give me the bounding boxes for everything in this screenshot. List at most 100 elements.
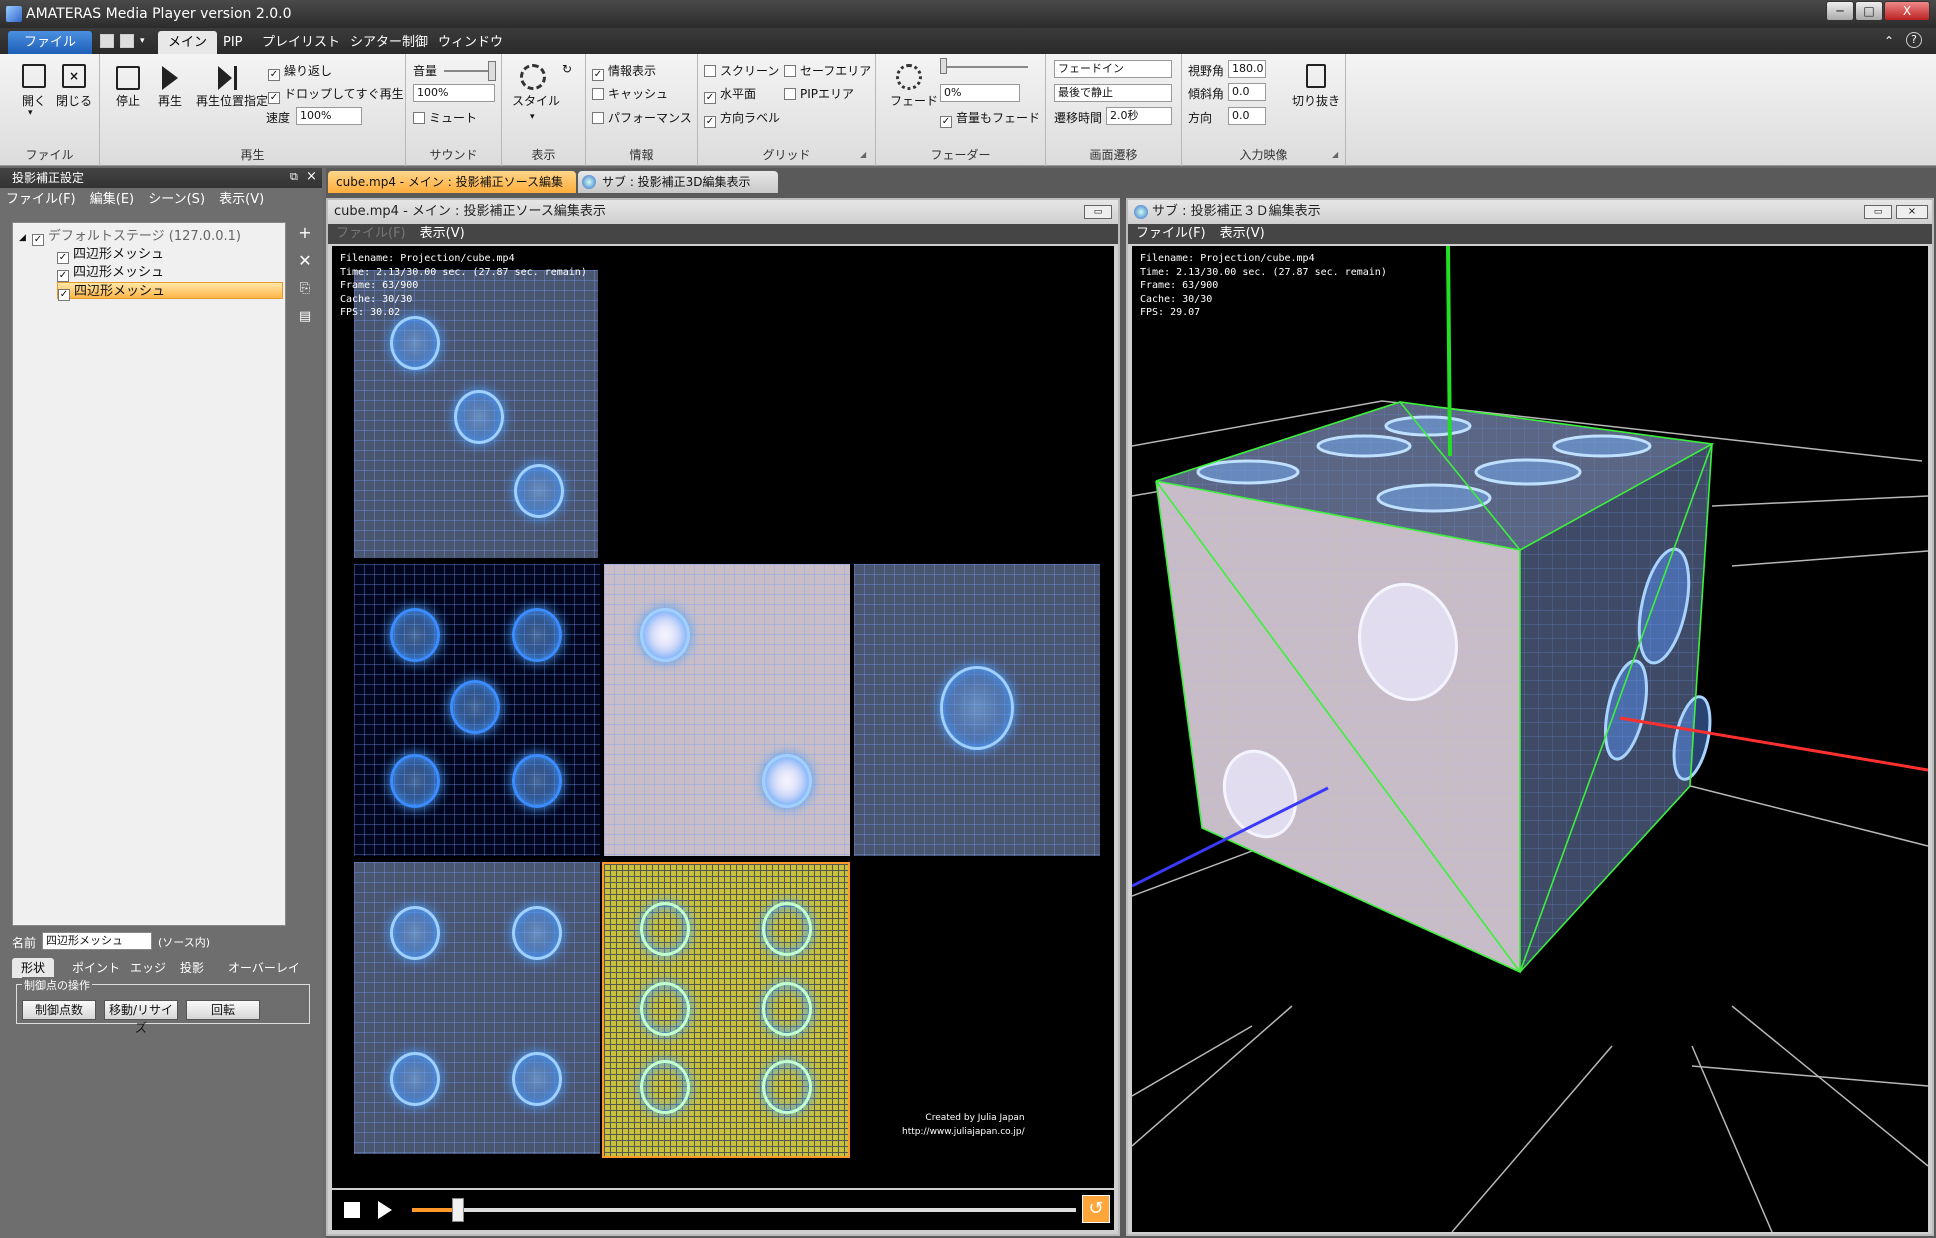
fade-button[interactable]: フェード bbox=[890, 92, 938, 109]
control-point-count-button[interactable]: 制御点数 bbox=[22, 1000, 96, 1020]
fade-thumb[interactable] bbox=[940, 58, 947, 74]
quick-access-dropdown-icon[interactable]: ▾ bbox=[140, 36, 145, 46]
panel-close-icon[interactable]: × bbox=[306, 169, 317, 184]
stop-button[interactable]: 停止 bbox=[116, 92, 140, 109]
volume-combo[interactable]: 100% bbox=[413, 84, 495, 102]
group-info: ✓ 情報表示 キャッシュ パフォーマンス 情報 bbox=[586, 54, 698, 166]
open-dropdown-icon[interactable]: ▾ bbox=[28, 108, 33, 118]
tab-projection[interactable]: 投影 bbox=[180, 958, 204, 978]
direction-label-checkbox[interactable]: ✓ 方向ラベル bbox=[704, 109, 780, 128]
play-icon[interactable] bbox=[162, 66, 178, 90]
main-menu-view[interactable]: 表示(V) bbox=[420, 226, 465, 241]
panel-menu-edit[interactable]: 編集(E) bbox=[90, 192, 134, 207]
panel-float-icon[interactable]: ⧉ bbox=[290, 170, 298, 184]
copy-icon[interactable]: ⎘ bbox=[296, 280, 314, 298]
tab-shape[interactable]: 形状 bbox=[12, 958, 54, 978]
doc-tab-main[interactable]: cube.mp4 - メイン : 投影補正ソース編集表示 bbox=[328, 171, 576, 211]
horizon-checkbox[interactable]: ✓ 水平面 bbox=[704, 85, 756, 104]
tab-file[interactable]: ファイル bbox=[8, 31, 92, 54]
performance-checkbox[interactable]: パフォーマンス bbox=[592, 109, 692, 126]
transport-stop-icon[interactable] bbox=[344, 1202, 360, 1218]
paste-icon[interactable]: ▤ bbox=[296, 308, 314, 326]
refresh-icon[interactable]: ↻ bbox=[562, 62, 572, 76]
rotate-button[interactable]: 回転 bbox=[186, 1000, 260, 1020]
open-file-icon[interactable] bbox=[22, 64, 46, 88]
direction-spinner[interactable]: 0.0 bbox=[1228, 107, 1266, 125]
tab-edge[interactable]: エッジ bbox=[130, 958, 166, 978]
close-file-icon[interactable]: × bbox=[62, 64, 86, 88]
fov-spinner[interactable]: 180.0 bbox=[1228, 60, 1266, 78]
collapse-ribbon-icon[interactable]: ⌃ bbox=[1884, 34, 1894, 48]
main-menu-file[interactable]: ファイル(F) bbox=[336, 226, 406, 241]
minimize-button[interactable]: ─ bbox=[1826, 1, 1854, 21]
volume-thumb[interactable] bbox=[488, 61, 496, 81]
style-dropdown-icon[interactable]: ▾ bbox=[530, 112, 535, 122]
safe-area-checkbox[interactable]: セーフエリア bbox=[784, 62, 871, 79]
seek-icon[interactable] bbox=[218, 66, 232, 90]
group-play-label: 再生 bbox=[240, 148, 265, 162]
tab-overlay[interactable]: オーバーレイ bbox=[228, 958, 300, 978]
selected-mesh-tile[interactable] bbox=[602, 862, 850, 1158]
transition-time-spinner[interactable]: 2.0秒 bbox=[1106, 107, 1172, 125]
tree-root[interactable]: ◢ ✓ デフォルトステージ (127.0.0.1) bbox=[19, 228, 241, 246]
screen-checkbox[interactable]: スクリーン bbox=[704, 62, 779, 79]
sub-menu-view[interactable]: 表示(V) bbox=[1220, 226, 1265, 241]
seek-button[interactable]: 再生位置指定 bbox=[196, 92, 268, 109]
quick-open-icon[interactable] bbox=[100, 34, 114, 48]
delete-icon[interactable]: ✕ bbox=[296, 252, 314, 270]
source-edit-canvas[interactable]: Filename: Projection/cube.mp4 Time: 2.13… bbox=[332, 246, 1114, 1188]
add-icon[interactable]: + bbox=[296, 224, 314, 242]
panel-menu-view[interactable]: 表示(V) bbox=[219, 192, 264, 207]
help-icon[interactable]: ? bbox=[1906, 32, 1922, 48]
speed-combo[interactable]: 100% bbox=[296, 107, 362, 125]
tab-pip[interactable]: PIP bbox=[213, 31, 253, 54]
pip-area-checkbox[interactable]: PIPエリア bbox=[784, 85, 854, 102]
seek-bar[interactable] bbox=[412, 1208, 1076, 1212]
sub-pane-restore-button[interactable]: ▭ bbox=[1864, 205, 1892, 219]
main-pane-restore-button[interactable]: ▭ bbox=[1084, 205, 1112, 219]
style-button[interactable]: スタイル bbox=[512, 92, 560, 109]
seek-thumb[interactable] bbox=[452, 1198, 465, 1222]
show-info-checkbox[interactable]: ✓ 情報表示 bbox=[592, 62, 656, 81]
quick-save-icon[interactable] bbox=[120, 34, 134, 48]
mute-checkbox[interactable]: ミュート bbox=[413, 109, 477, 126]
crop-icon[interactable] bbox=[1306, 64, 1326, 88]
style-icon[interactable] bbox=[520, 64, 546, 90]
maximize-button[interactable]: □ bbox=[1855, 1, 1883, 21]
tab-point[interactable]: ポイント bbox=[72, 958, 120, 978]
fade-slider[interactable] bbox=[942, 66, 1028, 68]
name-field[interactable]: 四辺形メッシュ bbox=[42, 932, 152, 950]
crop-button[interactable]: 切り抜き bbox=[1292, 92, 1340, 109]
stop-icon[interactable] bbox=[116, 66, 140, 90]
drop-play-checkbox[interactable]: ✓ ドロップしてすぐ再生 bbox=[268, 85, 404, 104]
ribbon: 開く ▾ × 閉じる ファイル 停止 再生 再生位置指定 ✓ 繰り返し ✓ ドロップ… bbox=[0, 54, 1936, 166]
transport-play-icon[interactable] bbox=[378, 1201, 392, 1219]
close-file-button[interactable]: 閉じる bbox=[56, 92, 92, 109]
3d-edit-viewport[interactable]: Filename: Projection/cube.mp4 Time: 2.13… bbox=[1132, 246, 1928, 1232]
open-button[interactable]: 開く bbox=[22, 92, 46, 109]
tree-item-mesh-2[interactable]: ✓ 四辺形メッシュ bbox=[57, 264, 164, 282]
transition-end-combo[interactable]: 最後で静止 bbox=[1054, 84, 1172, 102]
panel-menu-file[interactable]: ファイル(F) bbox=[6, 192, 76, 207]
tab-main[interactable]: メイン bbox=[158, 31, 218, 54]
close-button[interactable]: X bbox=[1884, 1, 1930, 21]
fade-value-spinner[interactable]: 0% bbox=[940, 84, 1020, 102]
tab-window[interactable]: ウィンドウ bbox=[428, 31, 513, 54]
doc-tab-sub[interactable]: サブ : 投影補正3D編集表示 bbox=[578, 171, 778, 193]
fade-icon[interactable] bbox=[896, 64, 922, 90]
cache-checkbox[interactable]: キャッシュ bbox=[592, 85, 668, 102]
transition-mode-combo[interactable]: フェードイン bbox=[1054, 60, 1172, 78]
fade-sound-checkbox[interactable]: ✓ 音量もフェード bbox=[940, 109, 1040, 128]
tab-playlist[interactable]: プレイリスト bbox=[252, 31, 350, 54]
tilt-spinner[interactable]: 0.0 bbox=[1228, 83, 1266, 101]
tree-item-mesh-1[interactable]: ✓ 四辺形メッシュ bbox=[57, 246, 164, 264]
repeat-checkbox[interactable]: ✓ 繰り返し bbox=[268, 62, 332, 81]
loop-toggle-icon[interactable]: ↺ bbox=[1082, 1195, 1110, 1223]
sub-pane-close-button[interactable]: × bbox=[1896, 205, 1928, 219]
sub-menu-file[interactable]: ファイル(F) bbox=[1136, 226, 1206, 241]
tree-item-mesh-3-selected[interactable]: ✓ 四辺形メッシュ bbox=[57, 282, 283, 301]
tab-theater[interactable]: シアター制御 bbox=[340, 31, 438, 54]
move-resize-button[interactable]: 移動/リサイズ bbox=[104, 1000, 178, 1035]
play-button[interactable]: 再生 bbox=[158, 92, 182, 109]
panel-menu-scene[interactable]: シーン(S) bbox=[148, 192, 205, 207]
